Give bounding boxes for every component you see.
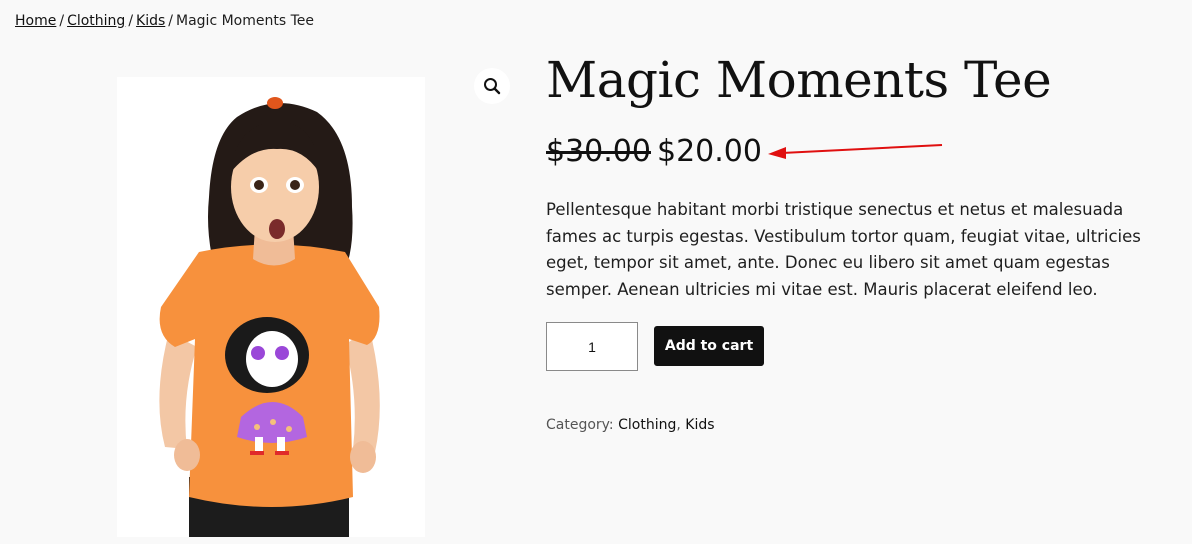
breadcrumb-home-link[interactable]: Home	[15, 13, 56, 29]
breadcrumb-separator: /	[59, 13, 65, 29]
magnifier-icon	[484, 78, 501, 95]
breadcrumb-kids-link[interactable]: Kids	[136, 13, 165, 29]
breadcrumb-separator: /	[128, 13, 134, 29]
breadcrumb-clothing-link[interactable]: Clothing	[67, 13, 125, 29]
sale-price: $20.00	[656, 134, 762, 169]
category-separator: ,	[676, 417, 681, 433]
add-to-cart-button[interactable]: Add to cart	[654, 326, 764, 366]
breadcrumb: Home / Clothing / Kids / Magic Moments Tee	[15, 12, 314, 30]
breadcrumb-separator: /	[168, 13, 174, 29]
product-page: Home / Clothing / Kids / Magic Moments Tee	[0, 0, 1192, 544]
product-description: Pellentesque habitant morbi tristique se…	[546, 200, 1141, 299]
product-title: Magic Moments Tee	[546, 51, 1052, 109]
product-image[interactable]	[117, 77, 425, 537]
image-zoom-button[interactable]	[474, 68, 510, 104]
regular-price: $30.00	[546, 134, 651, 169]
product-price: $30.00 $20.00	[546, 133, 762, 171]
product-meta: Category: Clothing, Kids	[546, 417, 715, 433]
breadcrumb-current: Magic Moments Tee	[176, 13, 314, 29]
category-link-kids[interactable]: Kids	[685, 417, 714, 433]
product-photo	[159, 97, 380, 537]
red-arrow-icon	[768, 144, 943, 159]
category-label: Category:	[546, 417, 614, 433]
category-link-clothing[interactable]: Clothing	[618, 417, 676, 433]
quantity-input[interactable]	[546, 322, 638, 371]
